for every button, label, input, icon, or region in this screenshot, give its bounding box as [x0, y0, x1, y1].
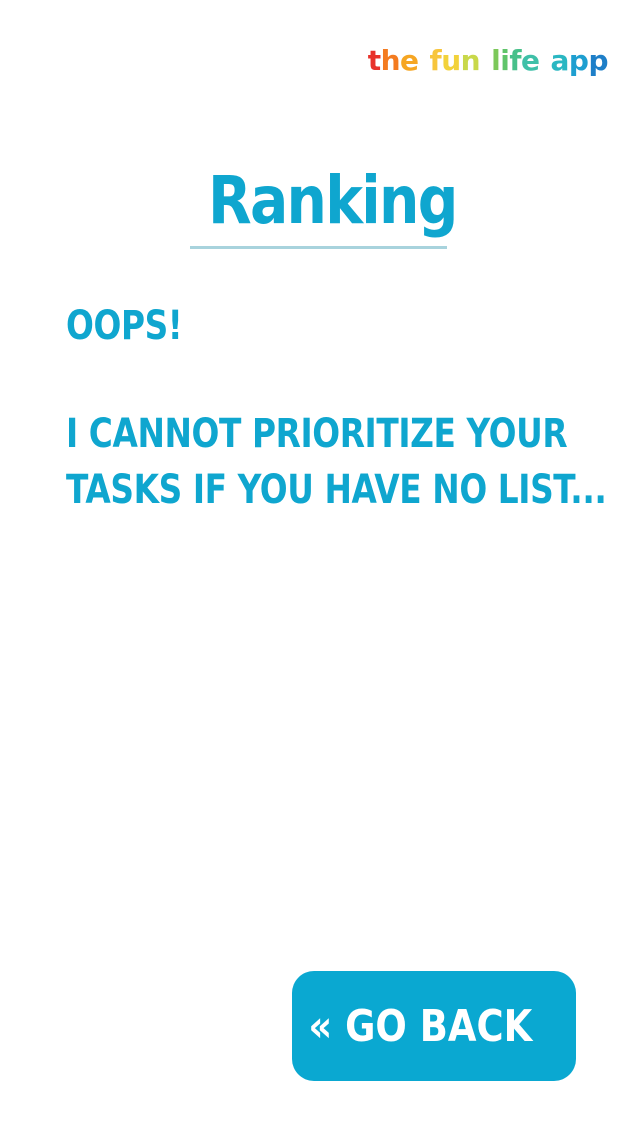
- brand-letter: a: [550, 44, 570, 77]
- page-header: Ranking: [190, 160, 458, 242]
- brand-letter: p: [588, 44, 608, 77]
- brand-letter: t: [367, 44, 381, 77]
- brand-letter: u: [441, 44, 461, 77]
- brand-letter: f: [429, 44, 442, 77]
- title-underline: [190, 246, 447, 249]
- error-message-line-2: TASKS IF YOU HAVE NO LIST...: [66, 467, 607, 513]
- brand-letter: p: [568, 44, 589, 77]
- brand-letter: h: [380, 44, 401, 77]
- go-back-label: « GO BACK: [308, 1000, 532, 1052]
- go-back-button[interactable]: « GO BACK: [292, 971, 576, 1081]
- error-heading: OOPS!: [66, 303, 183, 349]
- brand-letter: e: [521, 44, 540, 77]
- page-title: Ranking: [207, 162, 458, 239]
- brand-letter: n: [460, 44, 481, 77]
- brand-logo: the fun life app: [367, 44, 609, 77]
- brand-letter: f: [509, 44, 521, 77]
- brand-letter: i: [500, 44, 510, 77]
- brand-letter: e: [400, 44, 419, 77]
- brand-letter: l: [491, 44, 501, 77]
- error-message-line-1: I CANNOT PRIORITIZE YOUR: [66, 411, 568, 457]
